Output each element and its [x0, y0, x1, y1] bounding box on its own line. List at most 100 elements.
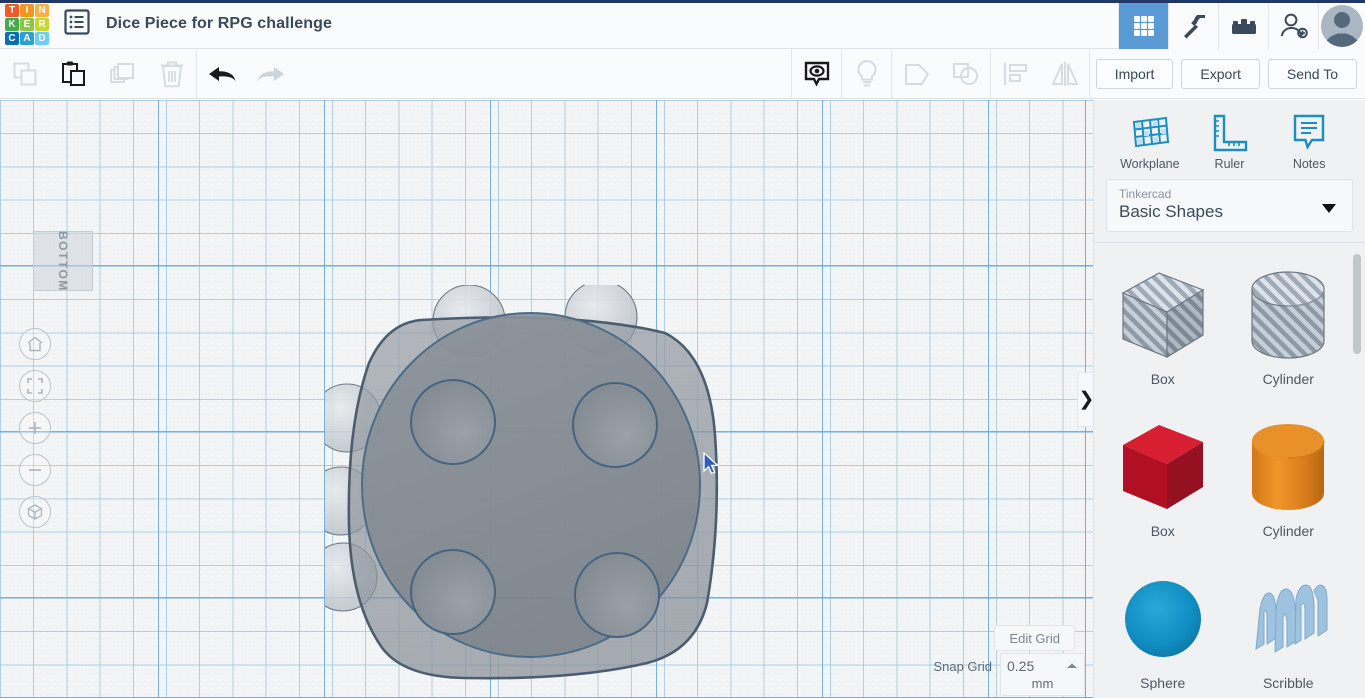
paste-icon	[61, 61, 85, 86]
show-hide-button[interactable]	[792, 49, 841, 99]
redo-button[interactable]	[246, 49, 295, 99]
shape-cylinder-hole[interactable]: Cylinder	[1230, 253, 1348, 405]
logo-letter-n: N	[35, 4, 49, 17]
ruler-tool-label: Ruler	[1214, 157, 1245, 171]
shape-scribble-label: Scribble	[1262, 675, 1314, 690]
redo-arrow-icon	[257, 66, 284, 81]
library-select-wrapper: Tinkercad Basic Shapes	[1094, 175, 1365, 242]
copy-icon	[13, 62, 36, 85]
list-icon[interactable]	[64, 8, 90, 40]
snap-grid-label: Snap Grid	[933, 659, 992, 674]
top-bar-actions	[1118, 3, 1365, 49]
workplane-canvas[interactable]: BOTTOM Edit Grid Snap Grid 0.25 mm	[0, 100, 1093, 698]
navigation-controls	[19, 328, 51, 528]
workplane-tool[interactable]: Workplane	[1114, 112, 1186, 171]
minus-icon	[29, 469, 41, 471]
top-bar: T I N K E R C A D Dice Piece for RPG cha…	[0, 0, 1365, 49]
workplane-tool-label: Workplane	[1120, 157, 1180, 171]
group-button[interactable]	[892, 49, 941, 99]
gallery-grid-button[interactable]	[1118, 3, 1168, 49]
plus-icon	[29, 422, 41, 434]
blocks-button[interactable]	[1218, 3, 1268, 49]
lightbulb-icon	[857, 59, 876, 86]
shape-library-grid[interactable]: Box Cylinder Box Cylinder Sphere Scribbl…	[1094, 243, 1365, 690]
home-view-button[interactable]	[19, 328, 51, 360]
trash-icon	[160, 61, 183, 87]
logo-letter-d: D	[35, 32, 49, 45]
dice-piece-model[interactable]	[306, 280, 735, 690]
shapes-panel: Workplane Ruler Notes Tinkercad Basic Sh…	[1093, 100, 1365, 698]
shape-cylinder-hole-label: Cylinder	[1262, 371, 1314, 387]
shape-scribble[interactable]: Scribble	[1230, 557, 1348, 690]
shape-cylinder-orange-art	[1236, 411, 1340, 523]
design-button[interactable]	[1168, 3, 1218, 49]
view-cube[interactable]: BOTTOM	[33, 231, 93, 291]
duplicate-button[interactable]	[98, 49, 147, 99]
workplane-icon	[1132, 116, 1169, 148]
shape-box-red-art	[1111, 411, 1215, 523]
invite-button[interactable]	[1268, 3, 1318, 49]
copy-button[interactable]	[0, 49, 49, 99]
ruler-tool[interactable]: Ruler	[1193, 112, 1265, 171]
zoom-in-button[interactable]	[19, 412, 51, 444]
logo-letter-e: E	[20, 18, 34, 31]
dice-pip	[410, 549, 496, 635]
shape-cylinder-orange[interactable]: Cylinder	[1230, 405, 1348, 557]
avatar[interactable]	[1318, 3, 1365, 49]
dice-pip	[572, 382, 658, 468]
tinkercad-logo[interactable]: T I N K E R C A D	[4, 3, 52, 47]
paste-button[interactable]	[49, 49, 98, 99]
light-button[interactable]	[842, 49, 891, 99]
ungroup-button[interactable]	[941, 49, 990, 99]
shape-box-red[interactable]: Box	[1104, 405, 1222, 557]
page-title[interactable]: Dice Piece for RPG challenge	[106, 15, 332, 33]
logo-letter-c: C	[5, 32, 19, 45]
fit-view-button[interactable]	[19, 370, 51, 402]
chevron-up-icon	[1067, 663, 1077, 668]
snap-grid-control: Snap Grid 0.25 mm	[933, 653, 1085, 696]
send-to-button[interactable]: Send To	[1267, 58, 1357, 89]
shape-box-hole[interactable]: Box	[1104, 253, 1222, 405]
align-button[interactable]	[991, 49, 1040, 99]
grid-icon	[1133, 16, 1154, 36]
notes-icon	[1293, 114, 1325, 150]
shape-panel-scrollbar[interactable]	[1353, 251, 1361, 681]
shape-sphere-blue-label: Sphere	[1140, 675, 1186, 690]
logo-letter-r: R	[35, 18, 49, 31]
zoom-out-button[interactable]	[19, 454, 51, 486]
home-icon	[27, 336, 43, 352]
import-button[interactable]: Import	[1095, 58, 1174, 89]
align-icon	[1003, 62, 1027, 85]
mouse-cursor	[703, 451, 721, 483]
notes-tool[interactable]: Notes	[1273, 112, 1345, 171]
scrollbar-thumb[interactable]	[1353, 254, 1361, 354]
logo-letter-k: K	[5, 18, 19, 31]
undo-arrow-icon	[208, 66, 235, 81]
export-button[interactable]: Export	[1181, 58, 1260, 89]
undo-button[interactable]	[197, 49, 246, 99]
shape-box-red-label: Box	[1150, 523, 1175, 539]
snap-grid-select[interactable]: 0.25 mm	[1000, 653, 1085, 696]
snap-grid-value: 0.25	[1007, 658, 1035, 674]
toolbar-divider-6	[1089, 48, 1090, 99]
shape-box-hole-art	[1111, 259, 1215, 371]
edit-grid-button[interactable]: Edit Grid	[994, 625, 1075, 651]
mirror-button[interactable]	[1040, 49, 1089, 99]
pickaxe-icon	[1183, 15, 1205, 39]
perspective-toggle-button[interactable]	[19, 496, 51, 528]
ungroup-shapes-icon	[952, 62, 978, 85]
library-select[interactable]: Tinkercad Basic Shapes	[1106, 179, 1353, 232]
shape-cylinder-hole-art	[1236, 259, 1340, 371]
shape-scribble-art	[1236, 563, 1340, 675]
shape-sphere-blue-art	[1111, 563, 1215, 675]
chevron-down-icon	[1322, 203, 1336, 213]
cube-icon	[27, 504, 43, 520]
mirror-icon	[1050, 61, 1079, 86]
library-category: Tinkercad	[1119, 187, 1172, 201]
shape-sphere-blue[interactable]: Sphere	[1104, 557, 1222, 690]
avatar-image	[1321, 5, 1363, 47]
delete-button[interactable]	[147, 49, 196, 99]
snap-grid-unit: mm	[1031, 676, 1054, 691]
logo-letter-a: A	[20, 32, 34, 45]
shape-box-hole-label: Box	[1150, 371, 1175, 387]
